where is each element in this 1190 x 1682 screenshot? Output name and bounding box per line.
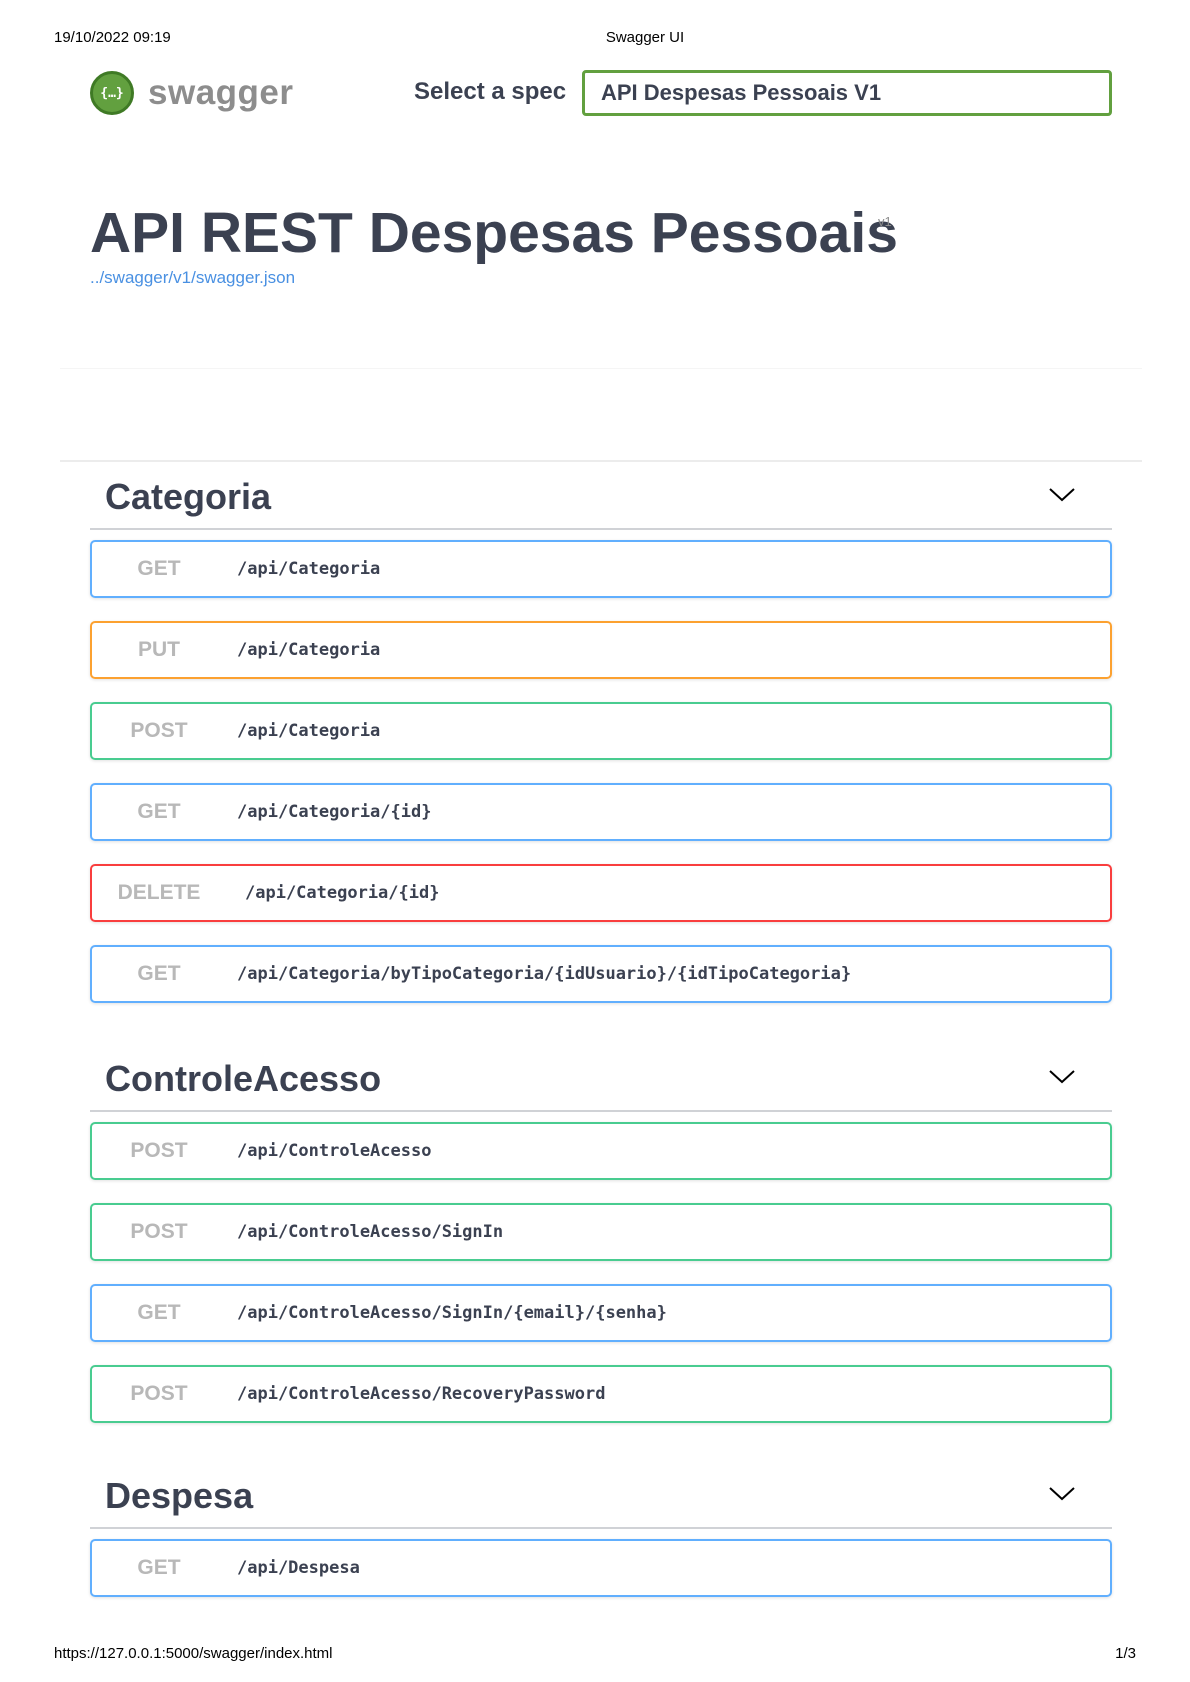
operation-path: /api/Categoria (237, 559, 381, 579)
operation-delete-categoria-id[interactable]: DELETE /api/Categoria/{id} (90, 864, 1112, 922)
operation-post-recovery-password[interactable]: POST /api/ControleAcesso/RecoveryPasswor… (90, 1365, 1112, 1423)
print-url: https://127.0.0.1:5000/swagger/index.htm… (54, 1645, 333, 1662)
tag-title: ControleAcesso (105, 1058, 382, 1099)
operation-get-categoria-by-tipo[interactable]: GET /api/Categoria/byTipoCategoria/{idUs… (90, 945, 1112, 1003)
operation-path: /api/Categoria/byTipoCategoria/{idUsuari… (237, 964, 852, 984)
tag-title: Categoria (105, 476, 272, 517)
topbar: {…} swagger Select a spec API Despesas P… (90, 70, 1112, 120)
operation-get-signin[interactable]: GET /api/ControleAcesso/SignIn/{email}/{… (90, 1284, 1112, 1342)
method-badge: POST (130, 1220, 188, 1243)
tag-header[interactable]: Categoria (90, 474, 1112, 530)
print-title: Swagger UI (605, 29, 685, 46)
method-badge: POST (130, 719, 188, 742)
tag-title: Despesa (105, 1475, 254, 1516)
operation-path: /api/ControleAcesso/RecoveryPassword (237, 1384, 606, 1404)
operation-path: /api/Categoria/{id} (245, 883, 440, 903)
divider (60, 368, 1142, 369)
spec-json-link[interactable]: ../swagger/v1/swagger.json (90, 268, 1112, 288)
tag-header[interactable]: Despesa (90, 1473, 1112, 1529)
operation-path: /api/Categoria (237, 640, 381, 660)
operation-path: /api/Despesa (237, 1558, 360, 1578)
operation-path: /api/ControleAcesso/SignIn/{email}/{senh… (237, 1303, 667, 1323)
print-page-number: 1/3 (1115, 1645, 1136, 1662)
method-badge: GET (137, 962, 181, 985)
method-badge: GET (137, 557, 181, 580)
spec-select[interactable]: API Despesas Pessoais V1 (582, 70, 1112, 116)
swagger-logo[interactable]: {…} swagger (90, 71, 294, 115)
operation-post-controleacesso[interactable]: POST /api/ControleAcesso (90, 1122, 1112, 1180)
tag-section-controleacesso: ControleAcesso POST /api/ControleAcesso … (90, 1056, 1112, 1446)
method-badge: POST (130, 1139, 188, 1162)
chevron-down-icon[interactable] (1048, 484, 1076, 504)
operation-post-categoria[interactable]: POST /api/Categoria (90, 702, 1112, 760)
method-badge: PUT (138, 638, 180, 661)
method-badge: GET (137, 1556, 181, 1579)
print-header: 19/10/2022 09:19 Swagger UI (54, 29, 1136, 49)
version-badge: v1 (878, 214, 892, 229)
divider (60, 460, 1142, 462)
chevron-down-icon[interactable] (1048, 1483, 1076, 1503)
tag-header[interactable]: ControleAcesso (90, 1056, 1112, 1112)
operation-get-categoria-id[interactable]: GET /api/Categoria/{id} (90, 783, 1112, 841)
operation-post-signin[interactable]: POST /api/ControleAcesso/SignIn (90, 1203, 1112, 1261)
tag-section-categoria: Categoria GET /api/Categoria PUT /api/Ca… (90, 474, 1112, 1026)
operation-path: /api/ControleAcesso/SignIn (237, 1222, 504, 1242)
tag-section-despesa: Despesa GET /api/Despesa (90, 1473, 1112, 1620)
operation-get-despesa[interactable]: GET /api/Despesa (90, 1539, 1112, 1597)
operation-path: /api/ControleAcesso (237, 1141, 432, 1161)
operation-get-categoria[interactable]: GET /api/Categoria (90, 540, 1112, 598)
swagger-logo-text: swagger (148, 73, 294, 112)
api-info: API REST Despesas Pessoais v1 ../swagger… (90, 200, 1112, 288)
spec-select-label: Select a spec (414, 78, 567, 105)
swagger-logo-icon: {…} (90, 71, 134, 115)
method-badge: GET (137, 1301, 181, 1324)
operation-path: /api/Categoria/{id} (237, 802, 432, 822)
operation-path: /api/Categoria (237, 721, 381, 741)
chevron-down-icon[interactable] (1048, 1066, 1076, 1086)
operation-put-categoria[interactable]: PUT /api/Categoria (90, 621, 1112, 679)
print-footer: https://127.0.0.1:5000/swagger/index.htm… (54, 1645, 1136, 1665)
method-badge: GET (137, 800, 181, 823)
method-badge: DELETE (117, 881, 201, 904)
method-badge: POST (130, 1382, 188, 1405)
page-title: API REST Despesas Pessoais (90, 201, 898, 265)
